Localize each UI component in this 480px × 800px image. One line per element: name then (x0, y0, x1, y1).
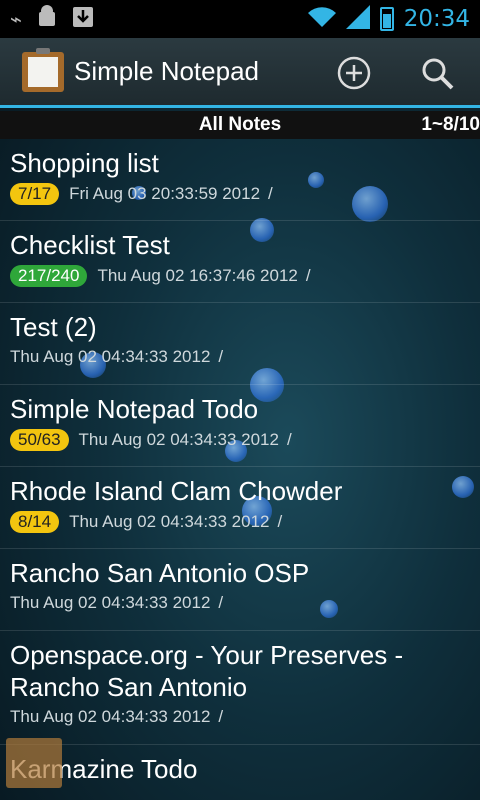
folder-icon[interactable] (6, 738, 62, 788)
note-suffix: / (218, 347, 224, 366)
note-suffix: / (305, 266, 311, 285)
list-item[interactable]: Test (2) Thu Aug 02 04:34:33 2012 / (0, 303, 480, 385)
note-title: Rancho San Antonio OSP (10, 558, 310, 588)
note-suffix: / (286, 430, 292, 449)
note-title: Rhode Island Clam Chowder (10, 476, 343, 506)
note-date: Thu Aug 02 04:34:33 2012 (10, 593, 211, 612)
list-item[interactable]: Shopping list 7/17 Fri Aug 03 20:33:59 2… (0, 139, 480, 221)
progress-badge: 217/240 (10, 265, 88, 287)
progress-badge: 50/63 (10, 429, 69, 451)
search-icon (422, 58, 454, 90)
note-date: Thu Aug 02 04:34:33 2012 (10, 707, 211, 726)
list-item[interactable]: Checklist Test 217/240 Thu Aug 02 16:37:… (0, 221, 480, 303)
app-title: Simple Notepad (74, 56, 259, 86)
note-suffix: / (218, 707, 224, 726)
note-title: Karmazine Todo (10, 754, 198, 784)
plus-circle-icon (337, 56, 371, 90)
list-header-title: All Notes (198, 114, 282, 135)
signal-icon (345, 5, 370, 33)
status-bar: ⌁ 20:34 (0, 0, 480, 38)
battery-icon (379, 7, 394, 31)
list-item[interactable]: Rhode Island Clam Chowder 8/14 Thu Aug 0… (0, 467, 480, 549)
note-suffix: / (277, 512, 283, 531)
progress-badge: 8/14 (10, 511, 60, 533)
notes-list: Shopping list 7/17 Fri Aug 03 20:33:59 2… (0, 139, 480, 800)
list-item[interactable]: Rancho San Antonio OSP Thu Aug 02 04:34:… (0, 549, 480, 631)
add-note-button[interactable] (335, 54, 373, 92)
note-suffix: / (218, 593, 224, 612)
note-date: Fri Aug 03 20:33:59 2012 (69, 184, 261, 203)
status-time: 20:34 (403, 6, 470, 32)
action-bar: Simple Notepad (0, 38, 480, 108)
list-header: All Notes 1~8/10 (0, 111, 480, 139)
note-title: Simple Notepad Todo (10, 394, 259, 424)
note-date: Thu Aug 02 16:37:46 2012 (97, 266, 298, 285)
list-item[interactable]: Karmazine Todo (0, 745, 480, 800)
android-debug-icon (36, 4, 58, 35)
wifi-icon (307, 6, 336, 32)
list-item[interactable]: Openspace.org - Your Preserves - Rancho … (0, 631, 480, 745)
note-date: Thu Aug 02 04:34:33 2012 (69, 512, 270, 531)
list-item[interactable]: Simple Notepad Todo 50/63 Thu Aug 02 04:… (0, 385, 480, 467)
search-button[interactable] (418, 54, 456, 92)
note-title: Test (2) (10, 312, 97, 342)
note-date: Thu Aug 02 04:34:33 2012 (78, 430, 279, 449)
progress-badge: 7/17 (10, 183, 60, 205)
note-title: Openspace.org - Your Preserves - Rancho … (10, 640, 404, 702)
download-icon (72, 6, 94, 33)
note-title: Shopping list (10, 148, 159, 178)
notepad-app-icon[interactable] (22, 47, 64, 92)
note-title: Checklist Test (10, 230, 170, 260)
note-count: 1~8/10 (421, 114, 480, 135)
note-suffix: / (268, 184, 273, 203)
note-date: Thu Aug 02 04:34:33 2012 (10, 347, 211, 366)
usb-icon: ⌁ (10, 7, 23, 31)
